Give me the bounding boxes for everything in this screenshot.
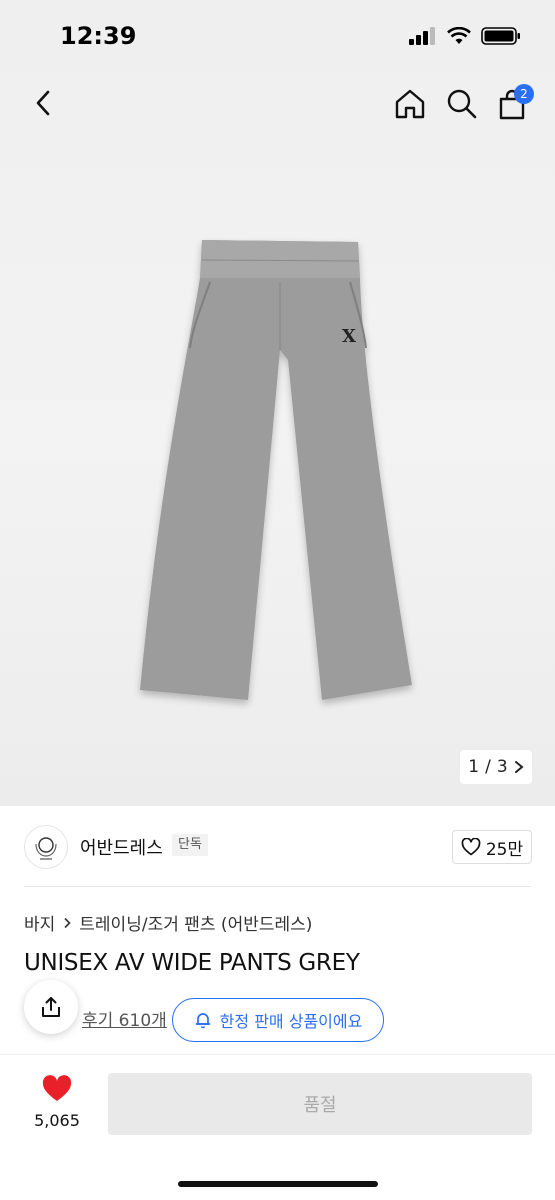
status-bar: 12:39 — [0, 0, 555, 72]
review-row: 후기 610개 한정 판매 상품이에요 — [24, 980, 531, 1044]
sold-out-button[interactable]: 품절 — [108, 1073, 532, 1135]
image-counter[interactable]: 1 / 3 — [460, 750, 532, 784]
chevron-right-icon — [64, 917, 71, 928]
home-button[interactable] — [392, 86, 428, 122]
review-count-link[interactable]: 후기 610개 — [82, 1006, 167, 1031]
chevron-right-icon — [514, 761, 524, 773]
svg-text:X: X — [342, 326, 356, 347]
search-icon — [447, 89, 477, 119]
battery-icon — [481, 26, 521, 50]
image-counter-total: 3 — [496, 757, 508, 777]
home-indicator — [178, 1181, 378, 1187]
status-icons — [409, 26, 521, 50]
top-nav: 2 — [0, 72, 555, 138]
sold-out-label: 품절 — [303, 1095, 337, 1116]
search-button[interactable] — [444, 86, 480, 122]
share-button[interactable] — [24, 980, 78, 1034]
brand-like-count: 25만 — [485, 839, 524, 860]
breadcrumb-first[interactable]: 바지 — [24, 910, 55, 935]
cart-count-badge: 2 — [514, 84, 534, 104]
limited-sale-label: 한정 판매 상품이에요 — [219, 1012, 363, 1031]
exclusive-tag: 단독 — [172, 834, 208, 856]
cart-button[interactable]: 2 — [494, 84, 534, 122]
product-photo: X — [130, 230, 430, 710]
brand-name[interactable]: 어반드레스 — [80, 834, 163, 860]
brand-like-button[interactable]: 25만 — [452, 830, 532, 864]
image-counter-separator: / — [485, 757, 491, 777]
back-button[interactable] — [26, 86, 60, 120]
brand-logo[interactable] — [24, 825, 68, 869]
breadcrumb-second[interactable]: 트레이닝/조거 팬츠 (어반드레스) — [79, 910, 312, 935]
share-icon — [42, 997, 60, 1017]
image-counter-current: 1 — [468, 757, 480, 777]
wishlist-count: 5,065 — [34, 1111, 80, 1130]
chevron-left-icon — [36, 90, 50, 116]
status-time: 12:39 — [60, 22, 137, 50]
wishlist-button[interactable]: 5,065 — [28, 1075, 86, 1130]
signal-icon — [409, 27, 437, 49]
home-icon — [395, 89, 425, 119]
brand-row: 어반드레스 단독 25만 — [0, 818, 555, 878]
laurel-logo-icon — [35, 837, 57, 860]
bell-icon — [195, 1013, 211, 1029]
product-title: UNISEX AV WIDE PANTS GREY — [24, 950, 360, 976]
wifi-icon — [447, 26, 471, 49]
divider — [24, 886, 531, 887]
heart-filled-icon — [42, 1075, 72, 1101]
heart-outline-icon — [461, 838, 481, 856]
limited-sale-pill[interactable]: 한정 판매 상품이에요 — [172, 998, 384, 1042]
bottom-action-bar: 5,065 품절 — [0, 1054, 555, 1200]
breadcrumb: 바지 트레이닝/조거 팬츠 (어반드레스) — [24, 910, 312, 935]
